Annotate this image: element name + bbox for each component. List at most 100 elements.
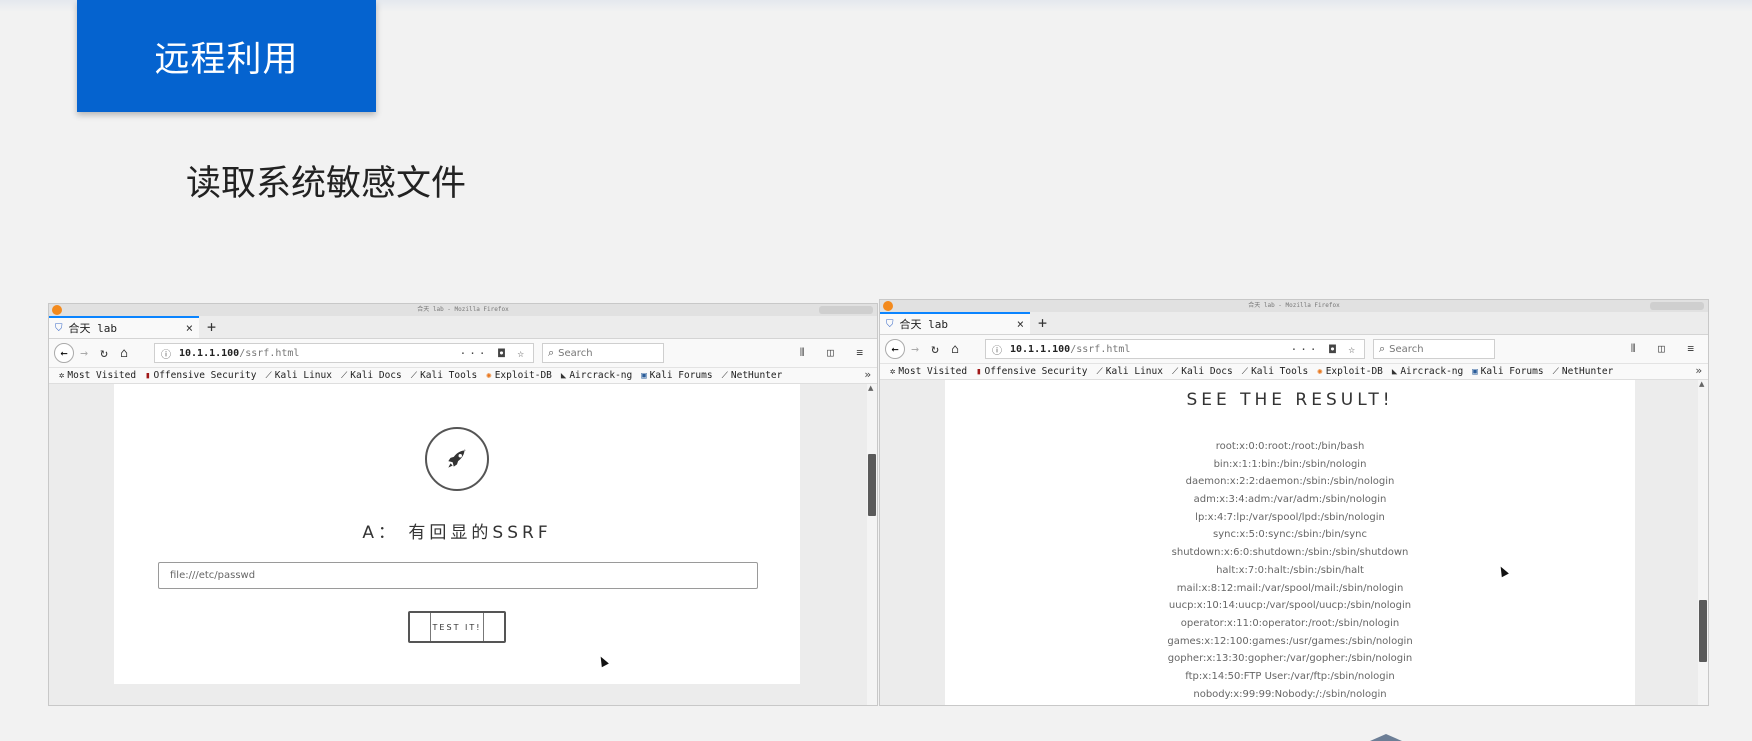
passwd-output-list: root:x:0:0:root:/root:/bin/bash bin:x:1:… [945,438,1635,703]
ssrf-heading: A： 有回显的SSRF [362,523,552,543]
url-bar[interactable]: ⓘ 10.1.1.100/ssrf.html ··· ◘ ☆ [154,343,534,363]
toolbar-menu-icons[interactable]: ⫴ ◫ ≡ [1631,342,1702,356]
bookmarks-overflow-icon[interactable]: » [864,368,871,381]
bookmark-nethunter[interactable]: ⟋ NetHunter [1553,366,1614,377]
reload-icon[interactable]: ↻ [925,342,945,357]
ssrf-url-input[interactable]: file:///etc/passwd [158,562,758,589]
kali-forums-icon: ▣ [1472,366,1478,377]
shield-icon: ⛉ [55,322,63,334]
kali-dragon-icon: ⟋ [265,370,272,381]
scrollbar-thumb[interactable] [1699,600,1707,662]
bookmark-kali-linux[interactable]: ⟋ Kali Linux [265,370,332,381]
reload-icon[interactable]: ↻ [94,346,114,361]
passwd-line: gopher:x:13:30:gopher:/var/gopher:/sbin/… [1167,653,1413,665]
tab-close-icon[interactable]: × [1017,317,1024,331]
bookmark-kali-tools[interactable]: ⟋ Kali Tools [411,370,478,381]
bookmark-exploit-db[interactable]: ✺ Exploit-DB [1317,366,1383,377]
decorative-mark [1370,734,1402,741]
info-icon[interactable]: ⓘ [161,346,171,361]
slide-title-box: 远程利用 [77,0,376,112]
new-tab-button[interactable]: + [207,318,216,336]
forward-arrow-icon[interactable]: → [905,342,925,357]
bookmark-exploit-db[interactable]: ✺ Exploit-DB [486,370,552,381]
page-viewport: SEE THE RESULT! root:x:0:0:root:/root:/b… [880,380,1708,705]
page-actions-icon[interactable]: ··· ◘ ☆ [460,347,527,360]
navigation-bar: ← → ↻ ⌂ ⓘ 10.1.1.100/ssrf.html ··· ◘ ☆ ⌕… [49,339,877,368]
url-bar[interactable]: ⓘ 10.1.1.100/ssrf.html ··· ◘ ☆ [985,339,1365,359]
tab-bar: ⛉ 合天 lab × + [49,316,877,339]
vertical-scrollbar[interactable]: ▲ [867,384,877,705]
rocket-icon [425,427,489,491]
page-viewport: A： 有回显的SSRF file:///etc/passwd TEST IT! … [49,384,877,705]
search-input[interactable]: ⌕ Search [1373,339,1495,359]
tab-bar: ⛉ 合天 lab × + [880,312,1708,335]
scrollbar-thumb[interactable] [868,454,876,516]
home-icon[interactable]: ⌂ [114,346,134,361]
kali-dragon-icon: ⟋ [1552,366,1559,377]
result-card: SEE THE RESULT! root:x:0:0:root:/root:/b… [945,380,1635,705]
bookmark-kali-docs[interactable]: ⟋ Kali Docs [1172,366,1233,377]
kali-forums-icon: ▣ [641,370,647,381]
window-controls[interactable] [1650,302,1704,310]
bookmark-kali-linux[interactable]: ⟋ Kali Linux [1096,366,1163,377]
forward-arrow-icon[interactable]: → [74,346,94,361]
bookmark-most-visited[interactable]: ✲ Most Visited [890,366,967,377]
window-controls[interactable] [819,306,873,314]
back-arrow-icon[interactable]: ← [54,343,74,363]
browser-window-right: 合天 lab - Mozilla Firefox ⛉ 合天 lab × + ← … [879,299,1709,706]
firefox-logo-icon [883,301,893,311]
gear-icon: ✲ [890,366,896,377]
offsec-icon: ▮ [976,366,982,377]
passwd-line: halt:x:7:0:halt:/sbin:/sbin/halt [1216,564,1364,576]
bookmark-kali-docs[interactable]: ⟋ Kali Docs [341,370,402,381]
search-placeholder: Search [558,347,593,359]
home-icon[interactable]: ⌂ [945,342,965,357]
tab-active[interactable]: ⛉ 合天 lab × [49,316,199,338]
kali-dragon-icon: ⟋ [721,370,728,381]
rocket-svg [448,449,466,468]
bookmark-aircrack-ng[interactable]: ◣ Aircrack-ng [1392,366,1463,377]
passwd-line: uucp:x:10:14:uucp:/var/spool/uucp:/sbin/… [1168,600,1412,612]
bookmark-kali-tools[interactable]: ⟋ Kali Tools [1242,366,1309,377]
bookmark-offensive-security[interactable]: ▮ Offensive Security [145,370,256,381]
scroll-up-icon[interactable]: ▲ [868,384,873,392]
bookmarks-bar: ✲ Most Visited ▮ Offensive Security ⟋ Kali … [49,368,877,384]
test-it-button[interactable]: TEST IT! [408,611,506,643]
slide-subtitle: 读取系统敏感文件 [186,164,467,204]
tab-active[interactable]: ⛉ 合天 lab × [880,312,1030,334]
kali-dragon-icon: ⟋ [1171,366,1179,377]
scroll-up-icon[interactable]: ▲ [1699,380,1704,388]
exploit-db-icon: ✺ [486,370,492,381]
result-heading: SEE THE RESULT! [1186,390,1394,410]
window-title: 合天 lab - Mozilla Firefox [1248,302,1340,309]
toolbar-menu-icons[interactable]: ⫴ ◫ ≡ [800,346,871,360]
bookmarks-overflow-icon[interactable]: » [1695,364,1702,377]
test-it-label: TEST IT! [429,613,485,641]
page-actions-icon[interactable]: ··· ◘ ☆ [1291,343,1358,356]
slide-title: 远程利用 [154,39,299,80]
bookmark-offensive-security[interactable]: ▮ Offensive Security [976,366,1087,377]
new-tab-button[interactable]: + [1038,314,1047,332]
bookmark-kali-forums[interactable]: ▣ Kali Forums [641,370,712,381]
kali-dragon-icon: ⟋ [1096,366,1103,377]
bookmark-kali-forums[interactable]: ▣ Kali Forums [1472,366,1543,377]
search-input[interactable]: ⌕ Search [542,343,664,363]
passwd-line: operator:x:11:0:operator:/root:/sbin/nol… [1180,617,1400,629]
bookmark-most-visited[interactable]: ✲ Most Visited [59,370,136,381]
passwd-line: lp:x:4:7:lp:/var/spool/lpd:/sbin/nologin [1195,511,1385,523]
passwd-line: ftp:x:14:50:FTP User:/var/ftp:/sbin/nolo… [1185,670,1395,682]
info-icon[interactable]: ⓘ [992,342,1002,357]
back-arrow-icon[interactable]: ← [885,339,905,359]
tab-close-icon[interactable]: × [186,321,193,335]
passwd-line: games:x:12:100:games:/usr/games:/sbin/no… [1167,635,1413,647]
search-icon: ⌕ [1379,342,1386,355]
offsec-icon: ▮ [145,370,151,381]
window-title-bar: 合天 lab - Mozilla Firefox [880,300,1708,312]
bookmark-aircrack-ng[interactable]: ◣ Aircrack-ng [561,370,632,381]
kali-dragon-icon: ⟋ [340,370,348,381]
navigation-bar: ← → ↻ ⌂ ⓘ 10.1.1.100/ssrf.html ··· ◘ ☆ ⌕… [880,335,1708,364]
passwd-line: bin:x:1:1:bin:/bin:/sbin/nologin [1213,458,1367,470]
vertical-scrollbar[interactable]: ▲ [1698,380,1708,705]
aircrack-icon: ◣ [560,370,567,381]
bookmark-nethunter[interactable]: ⟋ NetHunter [722,370,783,381]
